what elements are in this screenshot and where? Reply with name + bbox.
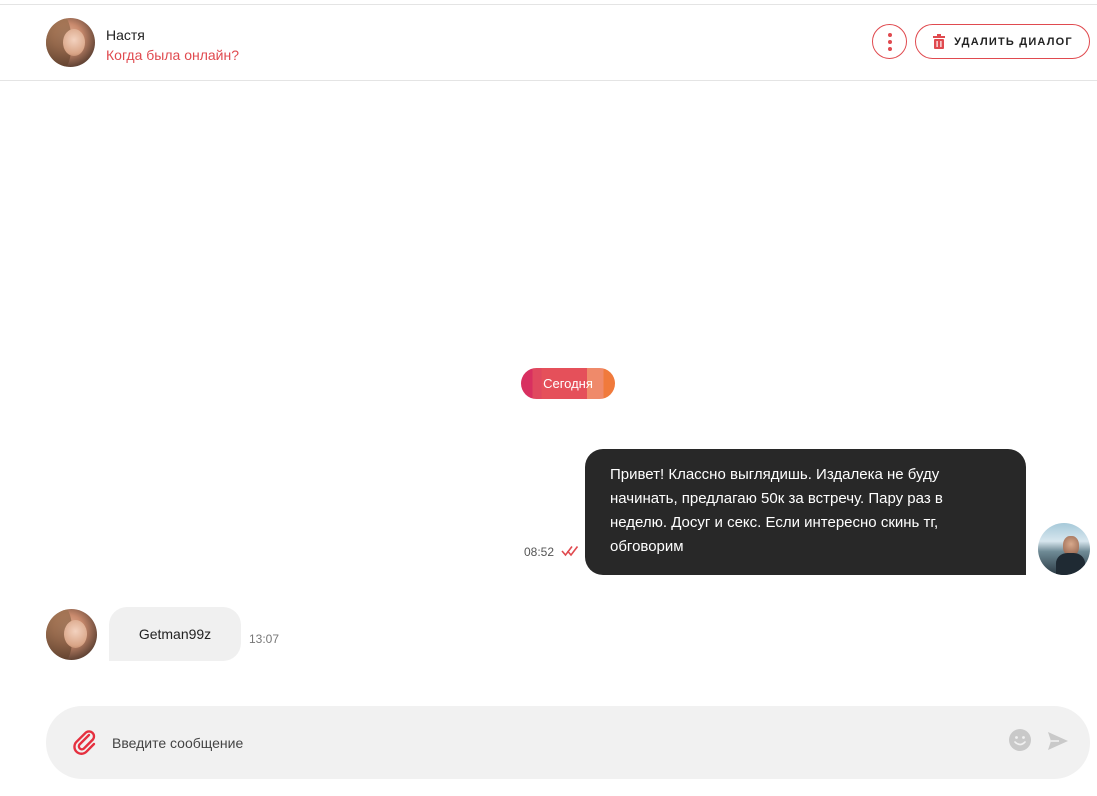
trash-icon — [933, 34, 946, 49]
incoming-message-bubble[interactable]: Getman99z — [109, 607, 241, 661]
more-vertical-icon — [887, 32, 892, 51]
send-icon[interactable] — [1046, 729, 1070, 753]
message-input[interactable] — [112, 728, 992, 758]
delete-dialog-label: УДАЛИТЬ ДИАЛОГ — [954, 35, 1073, 48]
outgoing-message-bubble[interactable]: Привет! Классно выглядишь. Издалека не б… — [585, 449, 1026, 575]
contact-message-avatar[interactable] — [46, 609, 97, 660]
contact-last-seen: Когда была онлайн? — [106, 47, 239, 63]
message-text-line: начинать, предлагаю 50к за встречу. Пару… — [610, 490, 943, 507]
message-time: 08:52 — [524, 545, 555, 559]
date-separator: Сегодня — [521, 368, 615, 399]
message-text-line: неделю. Досуг и секс. Если интересно ски… — [610, 514, 939, 531]
contact-avatar[interactable] — [46, 18, 95, 67]
my-avatar[interactable] — [1038, 523, 1090, 575]
contact-name[interactable]: Настя — [106, 27, 145, 43]
message-text-line: обговорим — [610, 538, 684, 555]
emoji-icon[interactable] — [1008, 728, 1032, 752]
more-options-button[interactable] — [872, 24, 907, 59]
message-time: 13:07 — [249, 632, 280, 646]
chat-header: Настя Когда была онлайн? УДАЛИТЬ ДИАЛОГ — [0, 4, 1097, 81]
double-check-icon — [561, 546, 579, 557]
delete-dialog-button[interactable]: УДАЛИТЬ ДИАЛОГ — [915, 24, 1090, 59]
message-composer — [46, 706, 1090, 779]
chat-window: Настя Когда была онлайн? УДАЛИТЬ ДИАЛОГ … — [0, 0, 1097, 796]
message-text: Getman99z — [138, 626, 212, 642]
paperclip-icon[interactable] — [72, 729, 98, 755]
message-text-line: Привет! Классно выглядишь. Издалека не б… — [610, 466, 940, 483]
